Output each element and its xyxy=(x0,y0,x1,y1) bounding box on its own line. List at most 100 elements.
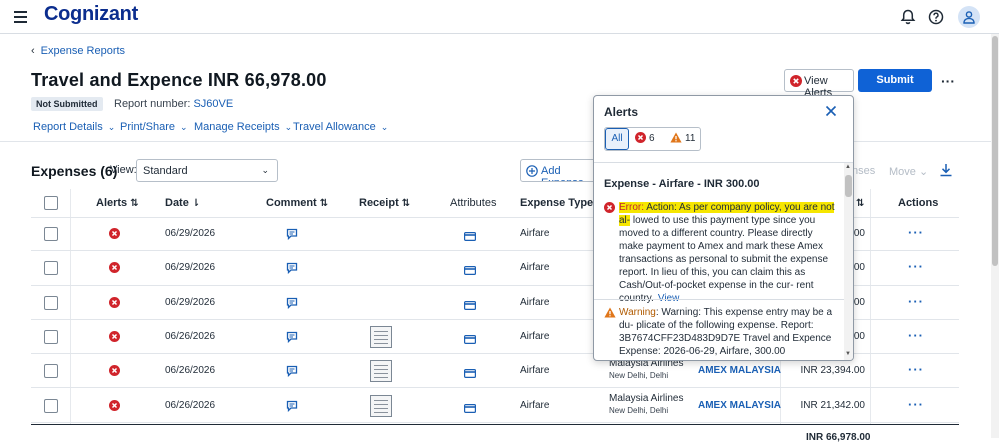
submit-report-button[interactable]: Submit Report xyxy=(858,69,932,109)
row-actions-icon[interactable]: ··· xyxy=(908,294,924,309)
table-row[interactable]: 06/26/2026 Airfare Malaysia Airlines New De… xyxy=(31,389,959,423)
move-button[interactable]: Move ⌄ xyxy=(889,165,928,178)
date-cell: 06/26/2026 xyxy=(165,331,216,343)
card-icon xyxy=(464,402,477,416)
view-alerts-button[interactable]: View Alerts xyxy=(784,69,854,99)
expense-type-cell: Airfare xyxy=(520,262,550,274)
row-checkbox[interactable] xyxy=(44,227,58,242)
payment-type-cell[interactable]: AMEX MALAYSIA xyxy=(698,400,781,411)
sort-icon: ⇅ xyxy=(319,198,329,209)
row-checkbox[interactable] xyxy=(44,261,58,276)
page-title: Travel and Expence INR 66,978.00 xyxy=(31,70,327,90)
row-checkbox[interactable] xyxy=(44,364,58,379)
date-cell: 06/26/2026 xyxy=(165,399,216,411)
vendor-cell: Malaysia Airlines New Delhi, Delhi xyxy=(609,393,683,415)
menu-manage-receipts[interactable]: Manage Receipts ⌄ xyxy=(194,121,292,133)
error-text: lowed to use this payment type since you… xyxy=(619,215,829,304)
row-actions-icon[interactable]: ··· xyxy=(908,397,924,412)
add-expense-button[interactable]: Add Expense xyxy=(520,159,596,182)
select-all-checkbox[interactable] xyxy=(44,196,58,210)
filter-all-button[interactable]: All xyxy=(605,128,629,150)
column-header-expense-type[interactable]: Expense Type⇅ xyxy=(520,189,605,217)
comment-icon[interactable] xyxy=(286,262,298,277)
menu-print-share[interactable]: Print/Share ⌄ xyxy=(120,121,188,133)
scroll-down-icon[interactable]: ▼ xyxy=(845,351,851,357)
vendor-name: Malaysia Airlines xyxy=(609,392,684,404)
column-header-receipt[interactable]: Receipt ⇅ xyxy=(359,189,410,217)
column-header-comment[interactable]: Comment ⇅ xyxy=(266,189,328,217)
card-icon xyxy=(464,230,477,244)
chevron-down-icon: ⌄ xyxy=(261,165,269,175)
row-actions-icon[interactable]: ··· xyxy=(908,362,924,377)
column-header-actions: Actions xyxy=(898,197,939,209)
menu-report-details[interactable]: Report Details ⌄ xyxy=(33,121,115,133)
card-icon xyxy=(464,264,477,278)
date-cell: 06/29/2026 xyxy=(165,262,216,274)
comment-icon[interactable] xyxy=(286,400,298,415)
error-icon[interactable] xyxy=(109,399,120,414)
expense-type-cell: Airfare xyxy=(520,399,550,411)
column-header-attributes: Attributes xyxy=(450,197,497,209)
receipt-thumbnail[interactable] xyxy=(370,394,392,417)
top-bar: Cognizant xyxy=(0,0,999,34)
chevron-left-icon: ‹ xyxy=(31,45,35,57)
error-icon[interactable] xyxy=(109,228,120,242)
receipt-thumbnail[interactable] xyxy=(370,360,392,383)
plus-circle-icon xyxy=(526,165,538,177)
date-cell: 06/29/2026 xyxy=(165,296,216,308)
comment-icon[interactable] xyxy=(286,297,298,312)
alerts-scrollbar[interactable]: ▲ ▼ xyxy=(844,163,853,360)
view-select[interactable]: Standard ⌄ xyxy=(136,159,278,182)
alerts-panel-title: Alerts xyxy=(604,105,639,119)
copy-expenses-button[interactable]: nses xyxy=(852,165,875,177)
row-checkbox[interactable] xyxy=(44,398,58,413)
sort-icon: ⇅ xyxy=(401,198,411,209)
receipt-thumbnail[interactable] xyxy=(370,326,392,349)
row-actions-icon[interactable]: ··· xyxy=(908,225,924,240)
error-icon xyxy=(635,132,646,143)
card-icon xyxy=(464,333,477,347)
comment-icon[interactable] xyxy=(286,365,298,380)
sort-icon: ⇅ xyxy=(130,198,139,209)
logo[interactable]: Cognizant xyxy=(44,3,138,26)
chevron-down-icon: ⌄ xyxy=(380,122,389,132)
row-actions-icon[interactable]: ··· xyxy=(908,328,924,343)
error-icon[interactable] xyxy=(109,296,120,311)
page-scrollbar[interactable] xyxy=(991,34,999,438)
menu-icon[interactable] xyxy=(14,11,27,23)
row-divider xyxy=(31,421,959,423)
alert-filter-group: All 6 11 xyxy=(604,127,701,151)
row-checkbox[interactable] xyxy=(44,330,58,345)
bell-icon[interactable] xyxy=(899,8,917,26)
filter-warnings-button[interactable]: 11 xyxy=(670,132,695,144)
row-checkbox[interactable] xyxy=(44,295,58,310)
amount-cell: INR 23,394.00 xyxy=(800,365,866,377)
sort-icon: ⇅ xyxy=(856,198,865,209)
comment-icon[interactable] xyxy=(286,228,298,243)
vendor-location: New Delhi, Delhi xyxy=(609,405,669,415)
alerts-panel: Alerts All 6 11 ▲ ▼ Expense - Airfare - … xyxy=(593,95,854,361)
sort-icon: ⇂ xyxy=(191,198,201,209)
payment-type-cell[interactable]: AMEX MALAYSIA xyxy=(698,365,781,376)
chevron-down-icon: ⌄ xyxy=(284,122,293,132)
error-icon[interactable] xyxy=(109,365,120,379)
column-header-date[interactable]: Date ⇂ xyxy=(165,189,200,217)
menu-travel-allowance[interactable]: Travel Allowance ⌄ xyxy=(293,121,388,133)
breadcrumb-label[interactable]: Expense Reports xyxy=(41,45,125,57)
avatar[interactable] xyxy=(958,6,980,28)
scroll-up-icon[interactable]: ▲ xyxy=(845,164,851,170)
divider xyxy=(594,162,853,163)
close-icon[interactable] xyxy=(825,105,837,117)
row-actions-icon[interactable]: ··· xyxy=(908,259,924,274)
more-options-icon[interactable]: ··· xyxy=(941,73,955,89)
warning-alert: Warning: Warning: This expense entry may… xyxy=(604,306,836,360)
filter-errors-button[interactable]: 6 xyxy=(635,132,655,144)
column-header-alerts[interactable]: Alerts ⇅ xyxy=(96,189,139,217)
help-icon[interactable] xyxy=(927,8,945,26)
error-icon[interactable] xyxy=(109,262,120,276)
download-icon[interactable] xyxy=(939,163,953,177)
comment-icon[interactable] xyxy=(286,331,298,346)
report-number: Report number: SJ60VE xyxy=(114,98,234,110)
error-icon[interactable] xyxy=(109,331,120,345)
breadcrumb[interactable]: ‹ Expense Reports xyxy=(31,45,125,57)
